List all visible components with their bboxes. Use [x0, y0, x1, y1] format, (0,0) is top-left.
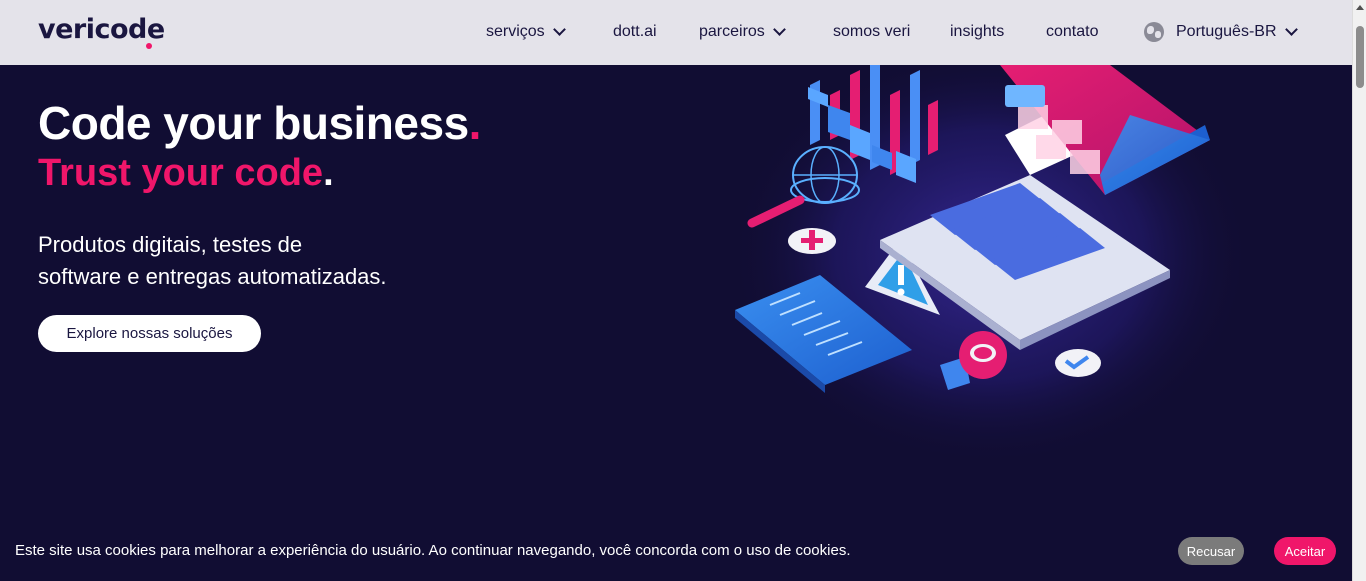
language-label: Português-BR — [1176, 23, 1277, 40]
hero-title: Code your business. — [38, 96, 481, 150]
scrollbar-thumb[interactable] — [1356, 26, 1364, 88]
nav-contato[interactable]: contato — [1046, 22, 1098, 42]
chevron-down-icon — [772, 23, 786, 36]
hero-description-line1: Produtos digitais, testes de — [38, 232, 303, 257]
nav-parceiros-label: parceiros — [699, 23, 765, 40]
scroll-up-arrow-icon[interactable] — [1356, 5, 1364, 10]
nav-insights[interactable]: insights — [950, 22, 1004, 42]
chevron-down-icon — [552, 23, 566, 36]
logo-text: vericode — [38, 14, 165, 45]
laptop-illustration — [730, 65, 1250, 465]
check-badge-decoration — [1055, 349, 1101, 377]
logo-dot — [146, 43, 152, 49]
nav-servicos-label: serviços — [486, 23, 545, 40]
hero-title-text: Code your business — [38, 97, 469, 149]
accept-cookies-button[interactable]: Aceitar — [1274, 537, 1336, 565]
site-header: vericode serviços dott.ai parceiros somo… — [0, 0, 1352, 65]
vericode-logo[interactable]: vericode — [38, 14, 165, 49]
cookie-banner: Este site usa cookies para melhorar a ex… — [0, 519, 1352, 581]
refuse-cookies-button[interactable]: Recusar — [1178, 537, 1244, 565]
cookie-message: Este site usa cookies para melhorar a ex… — [15, 542, 851, 559]
hero-description-line2: software e entregas automatizadas. — [38, 264, 387, 289]
plus-badge-decoration — [788, 228, 836, 254]
page-scrollbar[interactable] — [1352, 0, 1366, 581]
nav-dott-ai[interactable]: dott.ai — [613, 22, 657, 42]
hero-subtitle-text: Trust your code — [38, 152, 324, 194]
nav-contato-label: contato — [1046, 23, 1099, 40]
globe-icon — [1144, 22, 1164, 42]
hero-subtitle: Trust your code. — [38, 152, 334, 195]
nav-insights-label: insights — [950, 23, 1005, 40]
nav-servicos[interactable]: serviços — [486, 22, 566, 42]
hero-subtitle-dot: . — [323, 152, 334, 194]
nav-parceiros[interactable]: parceiros — [699, 22, 786, 42]
nav-somos-veri[interactable]: somos veri — [833, 22, 910, 42]
chevron-down-icon — [1284, 23, 1298, 36]
hero-title-dot: . — [468, 97, 482, 149]
nav-dott-ai-label: dott.ai — [613, 23, 657, 40]
explore-solutions-button[interactable]: Explore nossas soluções — [38, 315, 261, 352]
language-selector[interactable]: Português-BR — [1144, 22, 1298, 42]
nav-somos-veri-label: somos veri — [833, 23, 911, 40]
hero-description: Produtos digitais, testes de software e … — [38, 229, 387, 293]
